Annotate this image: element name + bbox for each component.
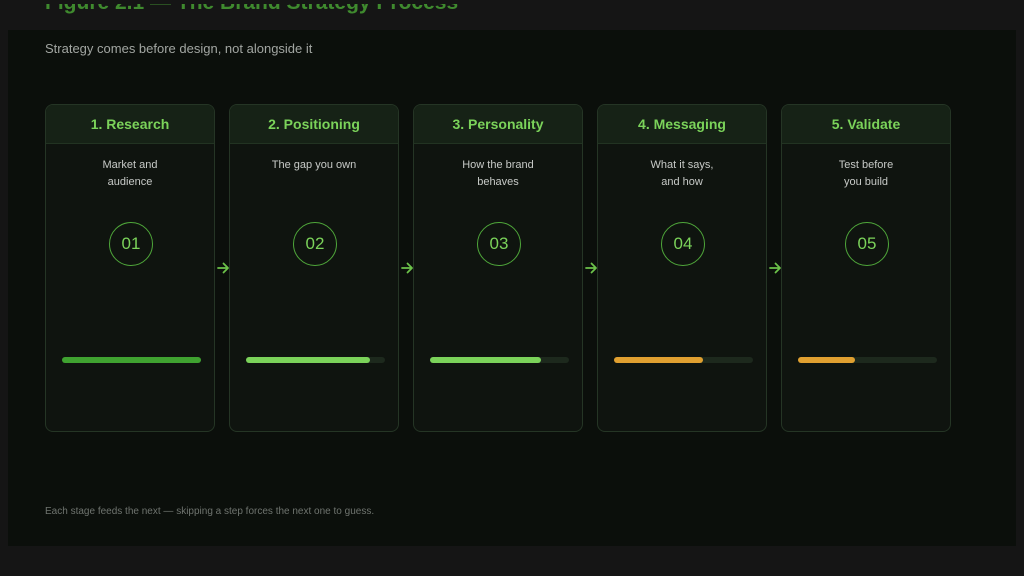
stage-card-2: 2. Positioning The gap you own 02 [229,104,399,432]
stage-description-line: The gap you own [271,159,357,171]
stage-description: Market and audience [56,157,204,190]
stage-progress-fill [430,357,542,363]
footer-note: Each stage feeds the next — skipping a s… [45,506,375,517]
stage-card-3: 3. Personality How the brand behaves 03 [413,104,583,432]
stage-progress-track [614,357,753,363]
stage-card-4: 4. Messaging What it says, and how 04 [597,104,767,432]
stage-progress-track [430,357,569,363]
stage-description: The gap you own [240,157,388,174]
stage-number-badge: 01 [109,222,153,266]
stage-progress-track [798,357,937,363]
stage-number-badge: 02 [293,222,337,266]
figure-subtitle: Strategy comes before design, not alongs… [45,41,313,56]
stage-progress-track [62,357,201,363]
stage-description-line: Test before [838,159,894,171]
stage-progress-fill [614,357,703,363]
figure-title: Figure 2.1 — The Brand Strategy Process [45,4,458,30]
stage-card-5: 5. Validate Test before you build 05 [781,104,951,432]
stage-description-line: behaves [477,175,519,188]
stage-description-line: audience [107,175,153,188]
stage-title: 2. Positioning [230,105,398,144]
stage-title: 5. Validate [782,105,950,144]
stage-number-badge: 03 [477,222,521,266]
stage-description-line: you build [843,175,889,188]
stage-progress-fill [246,357,370,363]
stage-progress-fill [798,357,855,363]
stage-description-line: What it says, [650,159,714,171]
stage-card-1: 1. Research Market and audience 01 [45,104,215,432]
stage-progress-fill [62,357,201,363]
stage-number-badge: 04 [661,222,705,266]
stage-title: 4. Messaging [598,105,766,144]
stage-title: 3. Personality [414,105,582,144]
stage-number-badge: 05 [845,222,889,266]
stage-progress-track [246,357,385,363]
stage-description-line: and how [661,175,703,188]
stage-description-line: How the brand [462,159,534,171]
stage-description: What it says, and how [608,157,756,190]
stage-description: How the brand behaves [424,157,572,190]
stage-title: 1. Research [46,105,214,144]
stage-description: Test before you build [792,157,940,190]
stage-description-line: Market and [102,159,158,171]
